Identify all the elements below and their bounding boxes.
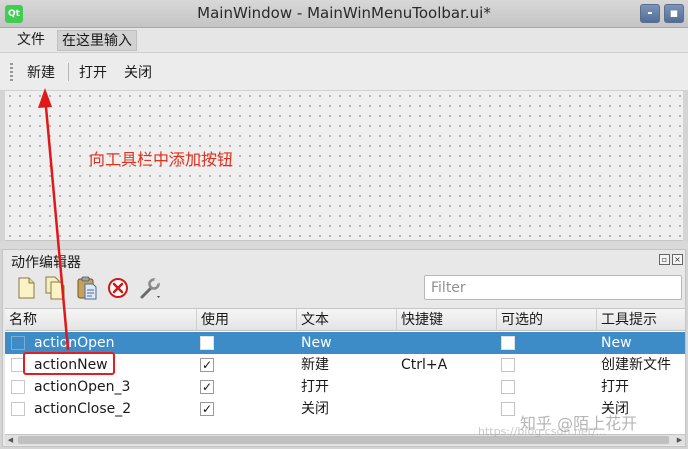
paste-icon[interactable] — [76, 276, 98, 300]
maximize-button[interactable]: ▪ — [664, 4, 684, 23]
window-title: MainWindow - MainWinMenuToolbar.ui* — [197, 4, 491, 22]
action-text: 打开 — [301, 379, 329, 395]
checkable-checkbox[interactable] — [501, 380, 515, 394]
table-header: 名称 使用 文本 快捷键 可选的 工具提示 — [5, 309, 685, 331]
dock-close-icon[interactable]: × — [672, 254, 683, 265]
dock-float-icon[interactable]: ▫ — [659, 254, 670, 265]
annotation-text: 向工具栏中添加按钮 — [89, 150, 234, 169]
used-checkbox[interactable]: ✓ — [200, 380, 214, 394]
toolbar-separator — [68, 63, 69, 81]
checkable-checkbox[interactable] — [501, 358, 515, 372]
dock-title: 动作编辑器 — [11, 255, 81, 271]
toolbar-open-button[interactable]: 打开 — [79, 63, 107, 83]
col-header-name[interactable]: 名称 — [5, 309, 197, 331]
table-row[interactable]: actionOpen_3 ✓ 打开 打开 — [5, 376, 685, 398]
watermark-url: https://blog.csdn.net/... — [478, 425, 607, 438]
action-icon-placeholder — [11, 336, 25, 350]
action-name: actionClose_2 — [34, 401, 132, 417]
action-tooltip: 打开 — [601, 379, 629, 395]
used-checkbox[interactable] — [200, 336, 214, 350]
toolbar-new-button[interactable]: 新建 — [27, 63, 55, 83]
filter-input[interactable] — [425, 276, 681, 299]
table-row[interactable]: actionOpen New New — [5, 332, 685, 354]
copy-icon[interactable] — [44, 276, 66, 300]
minimize-button[interactable]: - — [640, 4, 660, 23]
col-header-checkable[interactable]: 可选的 — [497, 309, 597, 331]
action-name: actionOpen — [34, 335, 115, 351]
checkable-checkbox[interactable] — [501, 336, 515, 350]
action-text: 关闭 — [301, 401, 329, 417]
action-name: actionOpen_3 — [34, 379, 131, 395]
toolbar-close-button[interactable]: 关闭 — [124, 63, 152, 83]
action-shortcut: Ctrl+A — [401, 357, 448, 373]
dock-splitter[interactable] — [0, 241, 688, 249]
annotation-highlight-box — [23, 352, 115, 375]
filter-field[interactable] — [424, 275, 682, 300]
action-icon-placeholder — [11, 380, 25, 394]
toolbar-grip-handle[interactable] — [10, 63, 13, 81]
action-icon-placeholder — [11, 402, 25, 416]
menu-type-here[interactable]: 在这里输入 — [57, 30, 137, 51]
menu-file[interactable]: 文件 — [13, 30, 49, 51]
used-checkbox[interactable]: ✓ — [200, 402, 214, 416]
col-header-used[interactable]: 使用 — [197, 309, 297, 331]
action-tooltip: New — [601, 335, 632, 351]
action-tooltip: 创建新文件 — [601, 357, 671, 373]
col-header-text[interactable]: 文本 — [297, 309, 397, 331]
delete-icon[interactable] — [107, 276, 129, 300]
scroll-right-icon[interactable]: ▶ — [674, 435, 685, 445]
col-header-tooltip[interactable]: 工具提示 — [597, 309, 685, 331]
action-text: New — [301, 335, 332, 351]
configure-icon[interactable] — [139, 276, 161, 300]
used-checkbox[interactable]: ✓ — [200, 358, 214, 372]
title-bar: Qt MainWindow - MainWinMenuToolbar.ui* -… — [0, 0, 688, 28]
action-text: 新建 — [301, 357, 329, 373]
col-header-shortcut[interactable]: 快捷键 — [397, 309, 497, 331]
menu-bar: 文件 在这里输入 — [0, 28, 688, 53]
scroll-left-icon[interactable]: ◀ — [5, 435, 16, 445]
tool-bar: 新建 打开 关闭 — [0, 53, 688, 91]
checkable-checkbox[interactable] — [501, 402, 515, 416]
new-action-icon[interactable] — [15, 276, 37, 300]
